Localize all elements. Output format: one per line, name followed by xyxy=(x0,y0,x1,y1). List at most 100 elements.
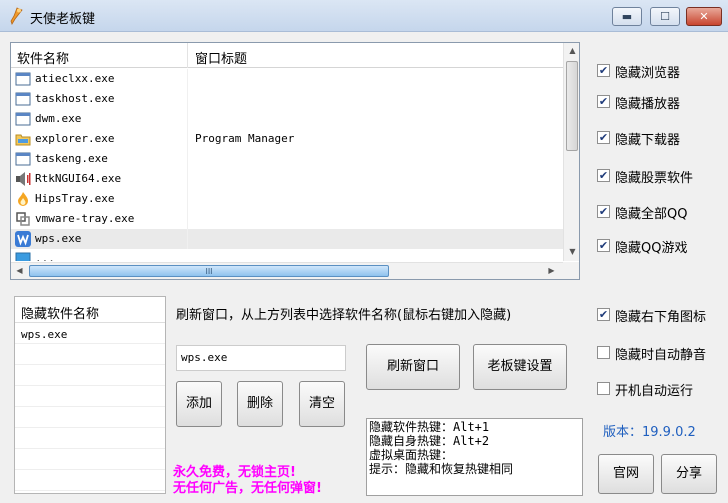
version-label: 版本：19.9.0.2 xyxy=(603,425,696,440)
checkbox-label: 隐藏股票软件 xyxy=(615,171,694,186)
row-divider xyxy=(187,69,188,89)
app-logo-icon xyxy=(10,7,23,25)
checkbox-label: 隐藏时自动静音 xyxy=(615,348,707,363)
process-name: wps.exe xyxy=(35,232,82,245)
checkbox-box[interactable]: ✔ xyxy=(597,239,610,252)
clear-button[interactable]: 清空 xyxy=(299,381,345,427)
list-item[interactable]: wps.exe xyxy=(15,324,165,344)
checkbox-box[interactable] xyxy=(597,382,610,395)
delete-button[interactable]: 删除 xyxy=(237,381,283,427)
row-divider xyxy=(187,169,188,189)
checkbox-box[interactable]: ✔ xyxy=(597,95,610,108)
process-row[interactable]: dwm.exe xyxy=(11,109,563,129)
list-item-empty xyxy=(15,366,165,386)
close-button[interactable]: ✕ xyxy=(686,7,722,26)
process-list[interactable]: 软件名称 窗口标题 atieclxx.exe taskhost.exe dwm.… xyxy=(10,42,580,280)
hotkey-line: 隐藏软件热键：Alt+1 xyxy=(369,420,490,434)
maximize-button[interactable]: ☐ xyxy=(650,7,680,26)
process-name: explorer.exe xyxy=(35,132,115,145)
add-button[interactable]: 添加 xyxy=(176,381,222,427)
process-row[interactable]: taskeng.exe xyxy=(11,149,563,169)
software-name-input[interactable]: wps.exe xyxy=(176,345,346,371)
app-window-icon xyxy=(15,152,31,166)
process-name: HipsTray.exe xyxy=(35,192,115,205)
app-window-icon xyxy=(15,92,31,106)
checkbox-label: 隐藏播放器 xyxy=(615,97,681,112)
horizontal-scrollbar[interactable]: ◀ III ▶ xyxy=(11,262,563,279)
list-item-empty xyxy=(15,450,165,470)
vertical-scroll-thumb[interactable] xyxy=(566,61,578,151)
checkbox-box[interactable]: ✔ xyxy=(597,131,610,144)
scroll-down-icon[interactable]: ▼ xyxy=(564,247,579,256)
hotkey-line: 隐藏自身热键：Alt+2 xyxy=(369,434,490,448)
scroll-up-icon[interactable]: ▲ xyxy=(564,46,579,55)
checkbox-label: 隐藏QQ游戏 xyxy=(615,241,688,256)
row-divider xyxy=(187,149,188,169)
process-row[interactable]: atieclxx.exe xyxy=(11,69,563,89)
instruction-text: 刷新窗口，从上方列表中选择软件名称(鼠标右键加入隐藏) xyxy=(176,308,512,323)
checkbox-label: 隐藏全部QQ xyxy=(615,207,688,222)
promo-line-2: 无任何广告，无任何弹窗! xyxy=(173,481,322,496)
checkbox-box[interactable]: ✔ xyxy=(597,169,610,182)
checkbox-label: 开机自动运行 xyxy=(615,384,694,399)
list-item-empty xyxy=(15,345,165,365)
hidden-list-header: 隐藏软件名称 xyxy=(15,297,165,323)
process-row[interactable]: vmware-tray.exe xyxy=(11,209,563,229)
share-button[interactable]: 分享 xyxy=(661,454,717,494)
checkbox-label: 隐藏下载器 xyxy=(615,133,681,148)
hotkey-line: 虚拟桌面热键： xyxy=(369,448,454,462)
checkbox-box[interactable] xyxy=(597,346,610,359)
list-item-empty xyxy=(15,408,165,428)
row-divider xyxy=(187,89,188,109)
list-item-empty xyxy=(15,471,165,491)
checkbox-box[interactable]: ✔ xyxy=(597,64,610,77)
row-divider xyxy=(187,229,188,249)
app-window-icon xyxy=(15,72,31,86)
process-name: taskhost.exe xyxy=(35,92,115,105)
process-name: taskeng.exe xyxy=(35,152,108,165)
process-row[interactable]: HipsTray.exe xyxy=(11,189,563,209)
wps-icon xyxy=(15,231,31,247)
column-header-software-name[interactable]: 软件名称 xyxy=(17,48,69,67)
title-bar[interactable]: 天使老板键 ▬ ☐ ✕ xyxy=(0,0,728,32)
flame-icon xyxy=(18,192,28,206)
boss-key-settings-button[interactable]: 老板键设置 xyxy=(473,344,567,390)
app-window-icon xyxy=(15,252,31,261)
checkbox-box[interactable]: ✔ xyxy=(597,205,610,218)
hidden-software-list[interactable]: 隐藏软件名称 wps.exe xyxy=(14,296,166,494)
checkbox-label: 隐藏浏览器 xyxy=(615,66,681,81)
row-divider xyxy=(187,189,188,209)
list-item-empty xyxy=(15,429,165,449)
scroll-right-icon[interactable]: ▶ xyxy=(543,266,560,275)
column-divider[interactable] xyxy=(187,43,188,68)
hidden-item-name: wps.exe xyxy=(21,328,68,341)
process-name: dwm.exe xyxy=(35,112,82,125)
window-title: 天使老板键 xyxy=(30,12,96,27)
folder-icon xyxy=(15,134,31,146)
vmware-icon xyxy=(16,212,30,226)
process-row[interactable]: ... xyxy=(11,249,563,261)
process-name: atieclxx.exe xyxy=(35,72,115,85)
list-item-empty xyxy=(15,387,165,407)
scroll-left-icon[interactable]: ◀ xyxy=(11,266,28,275)
process-row[interactable]: taskhost.exe xyxy=(11,89,563,109)
hotkeys-info-box[interactable]: 隐藏软件热键：Alt+1 隐藏自身热键：Alt+2 虚拟桌面热键： 提示：隐藏和… xyxy=(366,418,583,496)
minimize-button[interactable]: ▬ xyxy=(612,7,642,26)
app-window-icon xyxy=(15,112,31,126)
process-row-selected[interactable]: wps.exe xyxy=(11,229,563,249)
vertical-scrollbar[interactable]: ▲ ▼ xyxy=(563,43,579,261)
window-title-cell: Program Manager xyxy=(195,132,295,145)
hidden-list-header-label: 隐藏软件名称 xyxy=(21,307,100,322)
process-row[interactable]: explorer.exe Program Manager xyxy=(11,129,563,149)
process-row[interactable]: RtkNGUI64.exe xyxy=(11,169,563,189)
refresh-window-button[interactable]: 刷新窗口 xyxy=(366,344,460,390)
row-divider xyxy=(187,209,188,229)
checkbox-box[interactable]: ✔ xyxy=(597,308,610,321)
process-name: RtkNGUI64.exe xyxy=(35,172,122,185)
process-list-header: 软件名称 窗口标题 xyxy=(11,43,563,68)
checkbox-label: 隐藏右下角图标 xyxy=(615,310,707,325)
horizontal-scroll-thumb[interactable]: III xyxy=(29,265,389,277)
process-name: ... xyxy=(35,252,55,261)
column-header-window-title[interactable]: 窗口标题 xyxy=(195,48,247,67)
website-button[interactable]: 官网 xyxy=(598,454,654,494)
